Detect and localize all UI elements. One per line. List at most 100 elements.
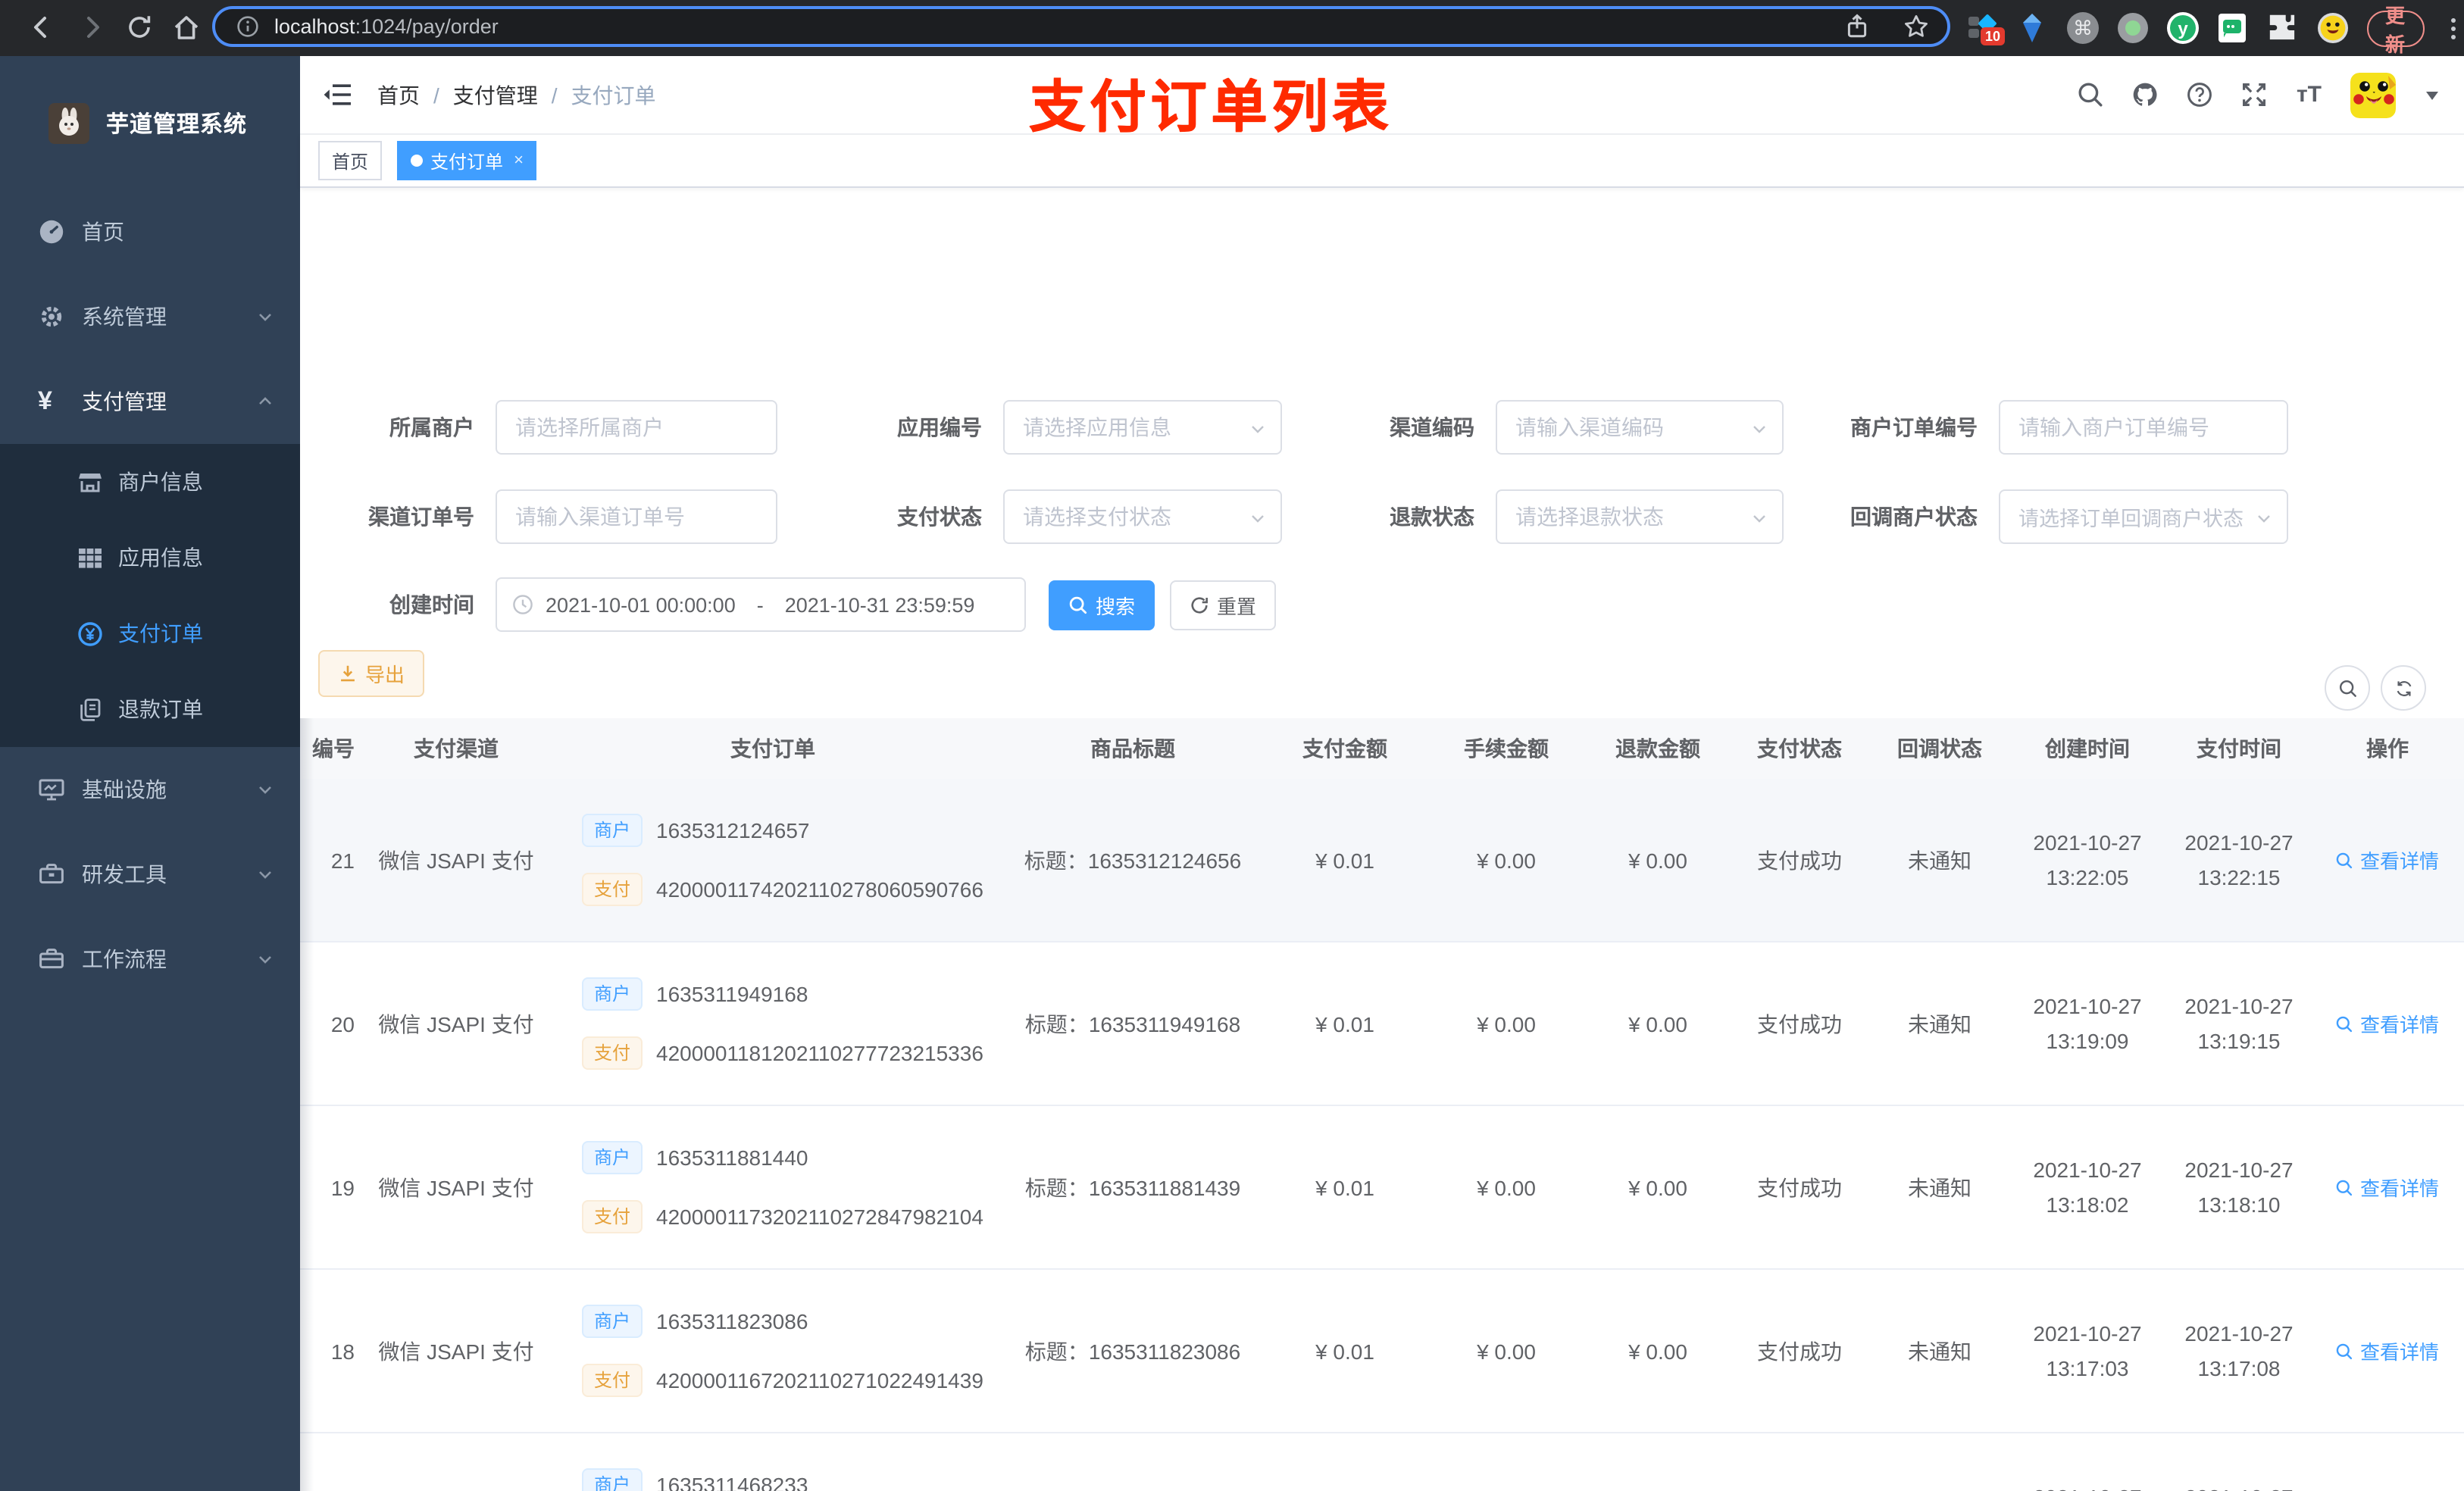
merchant-order-no-input[interactable] — [1999, 400, 2288, 455]
update-button[interactable]: 更新 — [2367, 4, 2425, 55]
extension-chat-icon[interactable] — [2217, 12, 2249, 44]
pay-order-icon — [77, 620, 103, 646]
app-id-select[interactable]: 请选择应用信息 — [1003, 400, 1282, 455]
search-icon[interactable] — [2078, 82, 2104, 108]
table-row[interactable]: 17 微信 JSAPI 支付 商户1635311468233 支付4200001… — [300, 1433, 2464, 1491]
breadcrumb: 首页 / 支付管理 / 支付订单 — [377, 80, 656, 110]
view-detail-link[interactable]: 查看详情 — [2336, 1173, 2439, 1202]
profile-emoji-icon[interactable] — [2317, 12, 2349, 44]
extension-diamond-icon[interactable]: 10 — [1967, 12, 2006, 45]
tag-pay-order[interactable]: 支付订单 × — [397, 141, 537, 180]
browser-home-icon[interactable] — [171, 12, 202, 42]
reset-button[interactable]: 重置 — [1170, 580, 1277, 630]
search-icon — [2337, 852, 2353, 868]
sidebar-item-label: 研发工具 — [82, 862, 167, 886]
col-actions: 操作 — [2366, 736, 2409, 761]
sidebar-item-payment[interactable]: ¥ 支付管理 — [0, 359, 300, 444]
address-bar[interactable]: localhost:1024/pay/order — [212, 6, 1950, 47]
sidebar-item-refund-order[interactable]: 退款订单 — [0, 671, 300, 747]
sidebar-item-pay-order[interactable]: 支付订单 — [0, 595, 300, 671]
table-row[interactable]: 19 微信 JSAPI 支付 商户 1635311881440 支付 4200001… — [300, 1106, 2464, 1270]
view-detail-link[interactable]: 查看详情 — [2336, 1336, 2439, 1365]
monitor-icon — [38, 776, 65, 803]
chevron-down-icon — [1249, 509, 1267, 527]
chevron-down-icon — [256, 950, 274, 968]
export-button[interactable]: 导出 — [318, 650, 425, 697]
search-icon — [2338, 679, 2356, 696]
search-button[interactable]: 搜索 — [1049, 580, 1155, 630]
breadcrumb-current: 支付订单 — [571, 83, 656, 107]
sidebar-fold-icon[interactable] — [323, 83, 352, 106]
browser-back-icon[interactable] — [26, 12, 56, 42]
channel-order-no-input[interactable] — [496, 489, 777, 544]
extension-y-icon[interactable]: y — [2167, 12, 2199, 44]
cell-refund: ¥ 0.00 — [1628, 1175, 1687, 1199]
cell-pay-order: 商户 1635312124657 支付 4200001174202110278060… — [546, 814, 1000, 906]
cell-fee: ¥ 0.00 — [1477, 1175, 1536, 1199]
sidebar-item-system[interactable]: 系统管理 — [0, 274, 300, 359]
cell-refund: ¥ 0.00 — [1628, 1339, 1687, 1363]
view-detail-link[interactable]: 查看详情 — [2336, 1009, 2439, 1038]
help-icon[interactable] — [2187, 82, 2213, 108]
breadcrumb-home[interactable]: 首页 — [377, 80, 420, 110]
chevron-down-icon — [1750, 509, 1768, 527]
sidebar-item-merchant-info[interactable]: 商户信息 — [0, 444, 300, 520]
sidebar-item-dev-tools[interactable]: 研发工具 — [0, 832, 300, 917]
avatar-caret-icon[interactable] — [2425, 89, 2440, 101]
breadcrumb-payment[interactable]: 支付管理 — [453, 80, 538, 110]
sidebar-item-app-info[interactable]: 应用信息 — [0, 520, 300, 595]
merchant-input[interactable] — [496, 400, 777, 455]
toggle-search-button[interactable] — [2325, 665, 2370, 711]
merchant-no: 1635311823086 — [656, 1309, 808, 1333]
share-icon[interactable] — [1844, 14, 1870, 39]
cell-created: 2021-10-2713:11:08 — [2008, 1480, 2167, 1491]
col-pay-order: 支付订单 — [730, 736, 815, 761]
date-range-input[interactable]: 2021-10-01 00:00:00 - 2021-10-31 23:59:5… — [496, 577, 1026, 632]
col-notify-status: 回调状态 — [1897, 736, 1982, 761]
cell-fee: ¥ 0.00 — [1477, 1339, 1536, 1363]
close-icon[interactable]: × — [514, 152, 524, 170]
pay-status-select[interactable]: 请选择支付状态 — [1003, 489, 1282, 544]
extension-gem-icon[interactable] — [2017, 12, 2049, 44]
extension-command-icon[interactable]: ⌘ — [2067, 12, 2099, 44]
merchant-tag: 商户 — [582, 1305, 643, 1338]
app-logo[interactable]: 芋道管理系统 — [0, 56, 300, 189]
fullscreen-icon[interactable] — [2242, 82, 2268, 108]
date-end: 2021-10-31 23:59:59 — [784, 593, 975, 616]
table-row[interactable]: 21 微信 JSAPI 支付 商户 1635312124657 支付 4200001… — [300, 779, 2464, 942]
app-title: 芋道管理系统 — [106, 111, 248, 137]
browser-chrome: localhost:1024/pay/order 10 ⌘ y 更新 — [0, 0, 2464, 56]
sidebar-item-workflow[interactable]: 工作流程 — [0, 917, 300, 1002]
url-path: :1024/pay/order — [355, 15, 499, 38]
cell-actions: 查看详情 — [2311, 1009, 2464, 1038]
browser-reload-icon[interactable] — [124, 12, 155, 42]
cell-paid: 2021-10-27 13:19:15 — [2184, 993, 2294, 1052]
font-size-icon[interactable]: тT — [2297, 82, 2322, 108]
view-detail-link[interactable]: 查看详情 — [2336, 846, 2439, 874]
merchant-no: 1635312124657 — [656, 818, 810, 842]
browser-menu-icon[interactable] — [2443, 13, 2464, 43]
refund-status-select[interactable]: 请选择退款状态 — [1496, 489, 1784, 544]
sidebar-item-home[interactable]: 首页 — [0, 189, 300, 274]
bookmark-star-icon[interactable] — [1903, 14, 1929, 39]
github-icon[interactable] — [2133, 82, 2159, 108]
cell-pay-order: 商户 1635311949168 支付 4200001181202110277723… — [546, 977, 1000, 1070]
table-row[interactable]: 18 微信 JSAPI 支付 商户 1635311823086 支付 4200001… — [300, 1270, 2464, 1433]
cell-id: 21 — [330, 848, 355, 872]
channel-code-select[interactable]: 请输入渠道编码 — [1496, 400, 1784, 455]
tag-home[interactable]: 首页 — [318, 141, 383, 180]
extensions-puzzle-icon[interactable] — [2267, 12, 2299, 44]
search-icon — [2337, 1179, 2353, 1196]
refresh-table-button[interactable] — [2381, 665, 2426, 711]
cell-pay-order: 商户 1635311881440 支付 4200001173202110272847… — [546, 1141, 1000, 1233]
user-avatar[interactable] — [2350, 72, 2396, 117]
browser-forward-icon[interactable] — [77, 12, 108, 42]
table-row[interactable]: 20 微信 JSAPI 支付 商户 1635311949168 支付 4200001… — [300, 942, 2464, 1106]
sidebar-item-infrastructure[interactable]: 基础设施 — [0, 747, 300, 832]
cell-fee: ¥ 0.00 — [1477, 848, 1536, 872]
site-info-icon[interactable] — [236, 15, 259, 38]
filter-channel-code: 渠道编码 请输入渠道编码 — [1300, 400, 1784, 455]
page: localhost:1024/pay/order 10 ⌘ y 更新 芋道管理系… — [0, 0, 2464, 1491]
extension-dot-icon[interactable] — [2117, 12, 2149, 44]
notify-status-select[interactable]: 请选择订单回调商户状态 — [1999, 489, 2288, 544]
